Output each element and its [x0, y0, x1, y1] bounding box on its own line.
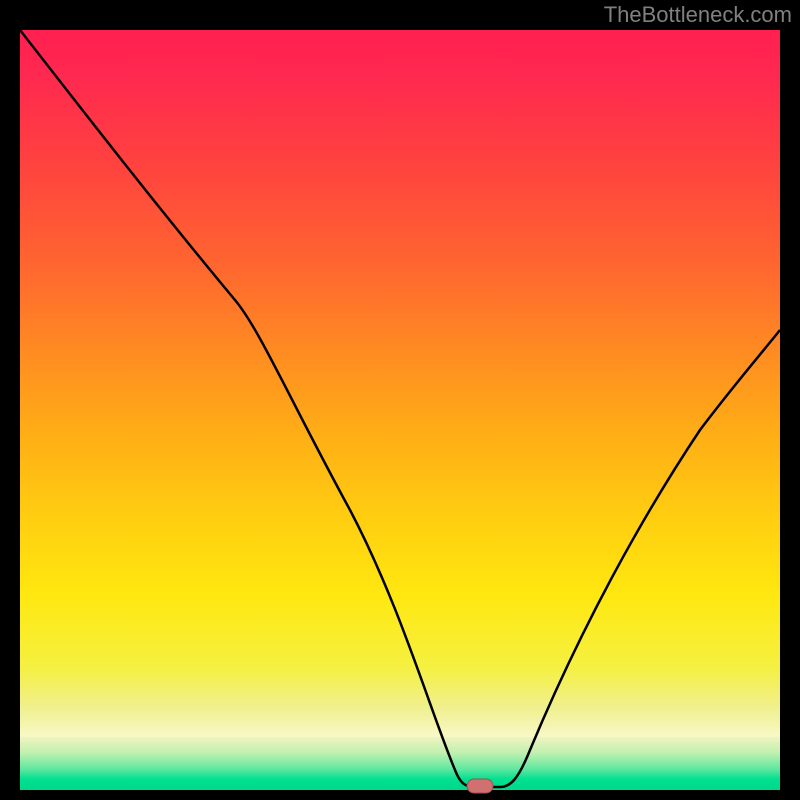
optimum-marker — [467, 779, 493, 793]
watermark-text: TheBottleneck.com — [604, 2, 792, 28]
chart-svg — [20, 30, 780, 790]
chart-frame: TheBottleneck.com — [0, 0, 800, 800]
chart-area — [20, 30, 780, 790]
bottleneck-curve — [20, 30, 780, 787]
